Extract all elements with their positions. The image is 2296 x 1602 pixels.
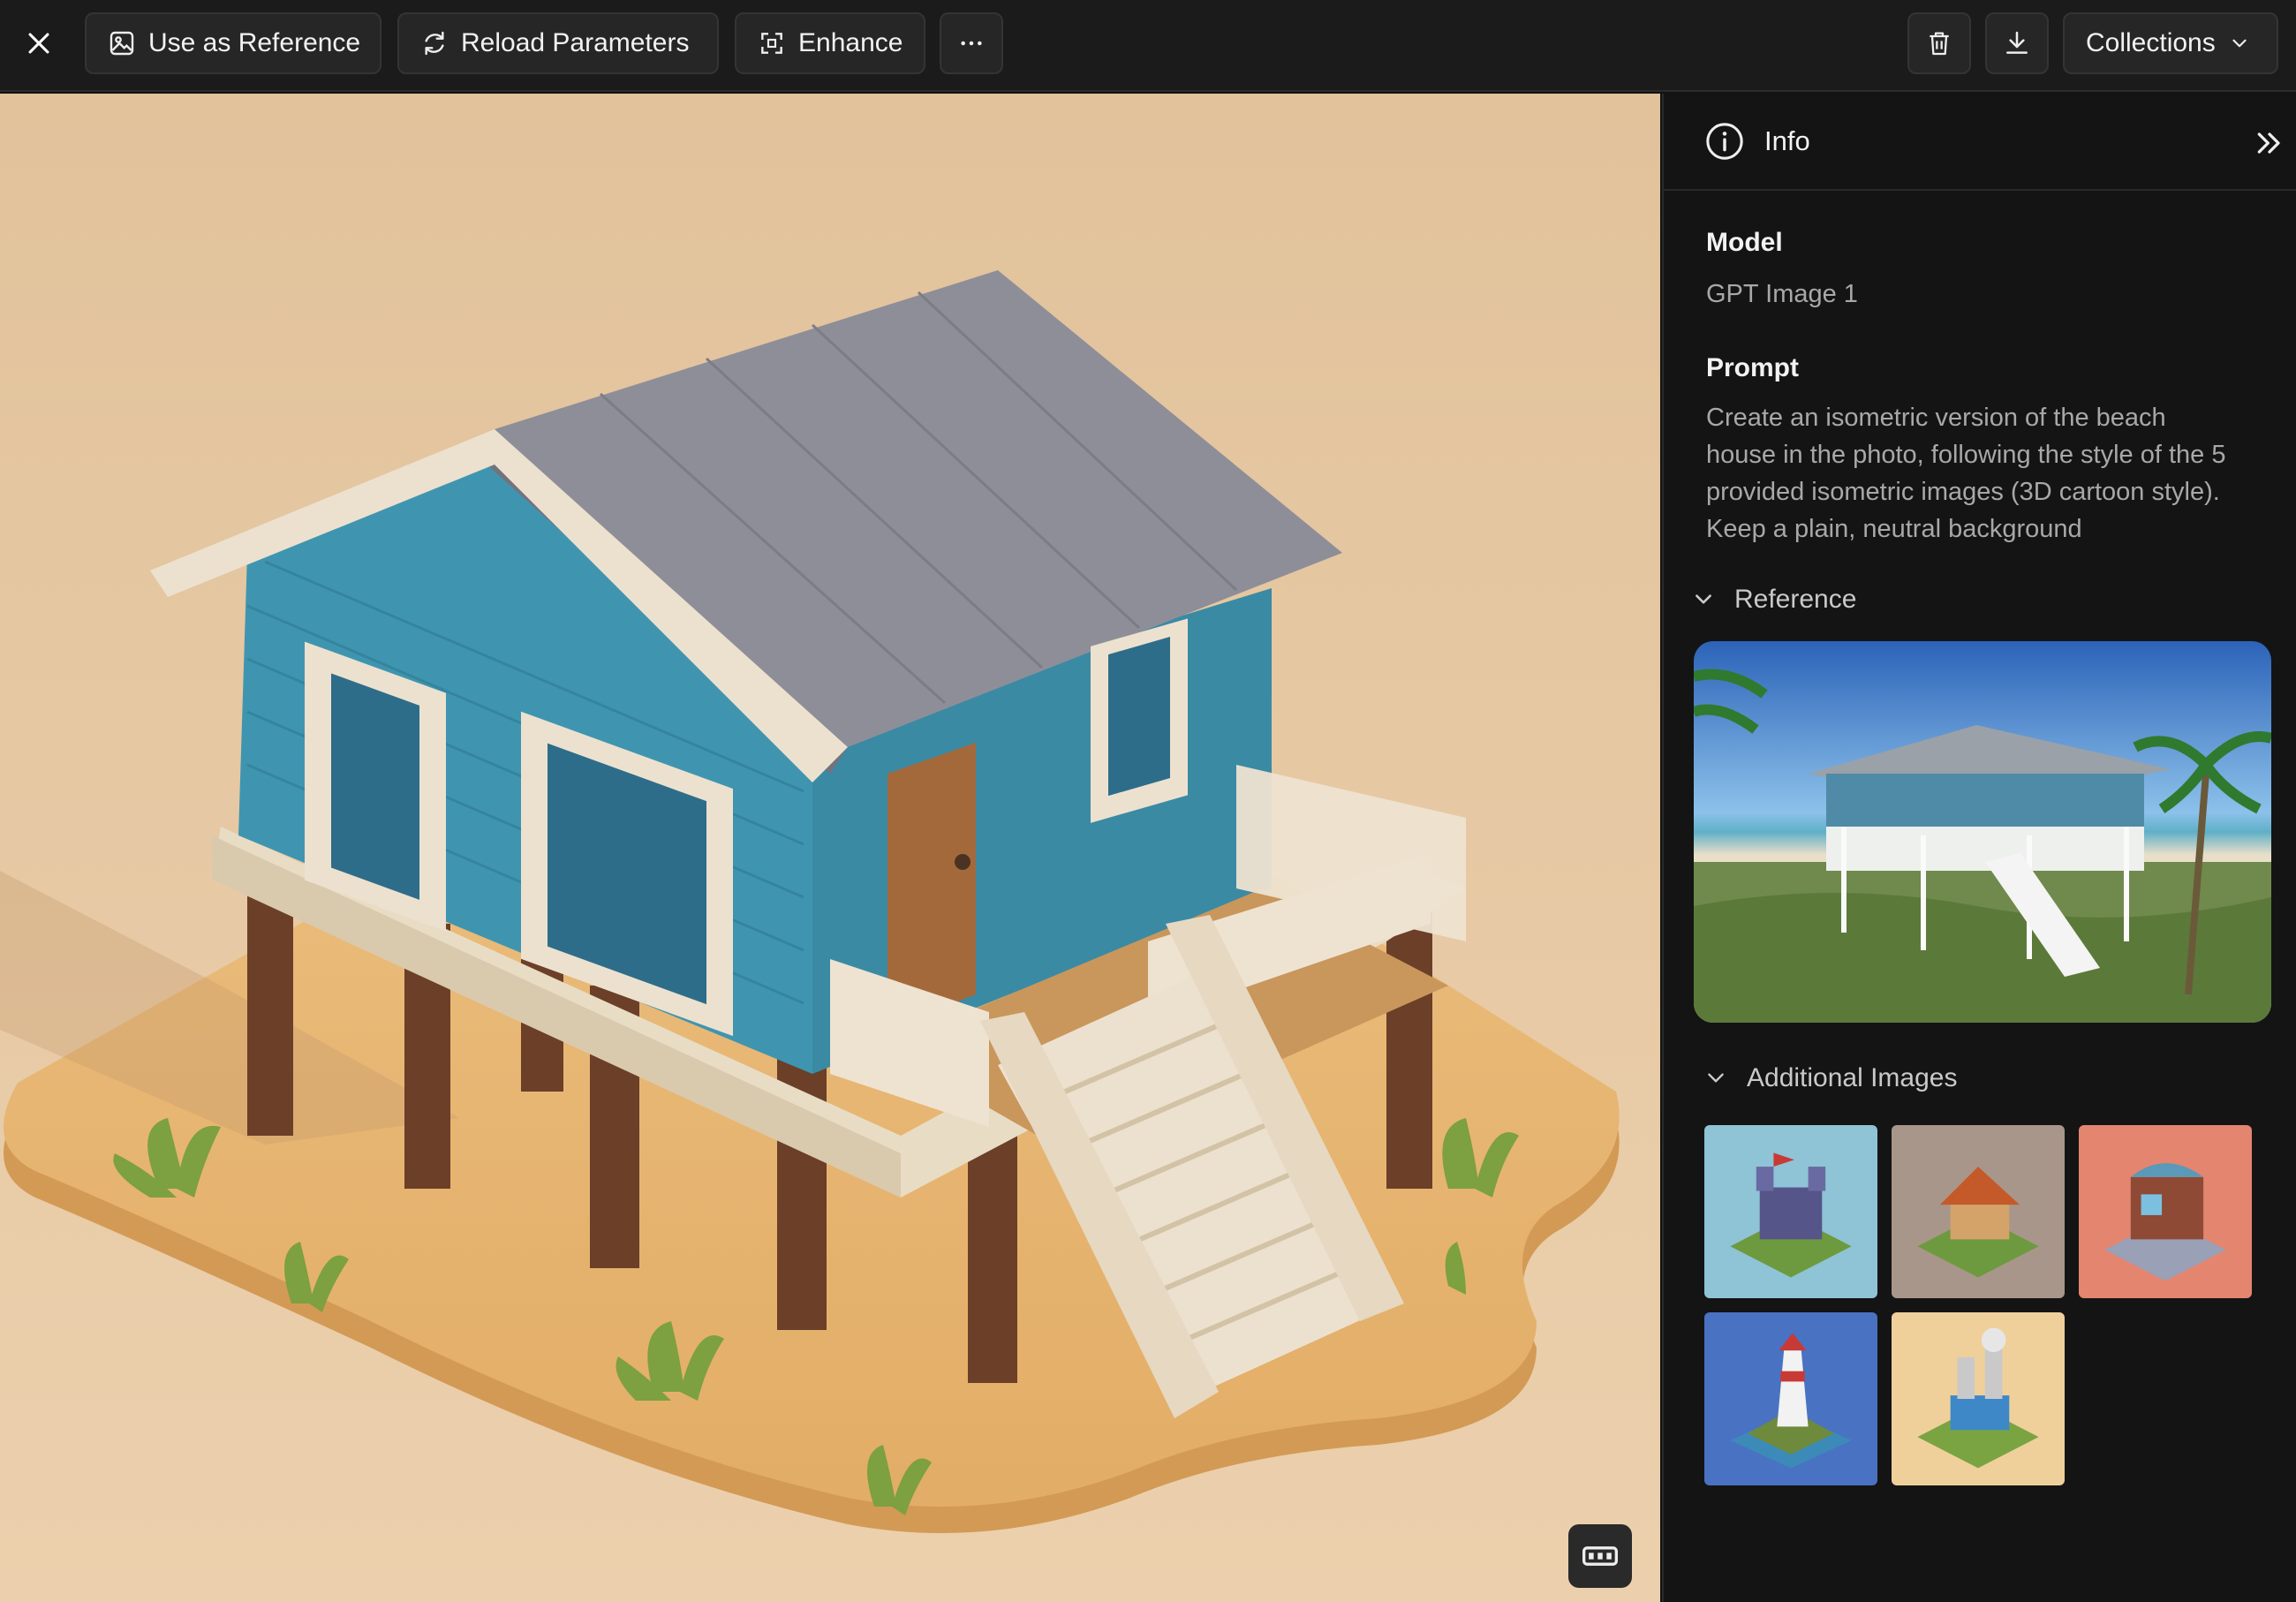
reference-label: Reference: [1734, 585, 1857, 614]
enhance-label: Enhance: [798, 28, 903, 57]
image-icon: [110, 31, 134, 56]
prompt-line: Keep a plain, neutral background: [1706, 515, 2082, 543]
info-panel-title: Info: [1764, 125, 1810, 156]
reference-photo: [1694, 641, 2271, 1023]
collections-label: Collections: [2086, 28, 2216, 57]
additional-image-thumbnail[interactable]: [1892, 1125, 2065, 1298]
collapse-panel-icon[interactable]: [2252, 125, 2287, 161]
prompt-line: house in the photo, following the style …: [1706, 441, 2226, 469]
prompt-line: provided isometric images (3D cartoon st…: [1706, 478, 2220, 506]
download-button[interactable]: [1985, 12, 2049, 74]
enhance-button[interactable]: Enhance: [735, 12, 925, 74]
more-options-button[interactable]: [940, 12, 1003, 74]
use-as-reference-button[interactable]: Use as Reference: [85, 12, 381, 74]
info-panel: Info Model GPT Image 1 Prompt Create an …: [1662, 94, 2296, 1602]
canvas-view-button[interactable]: [1568, 1524, 1632, 1588]
generated-image: [0, 94, 1660, 1602]
grid-view-icon: [1582, 1546, 1618, 1566]
factory-thumbnail: [1892, 1312, 2065, 1485]
additional-image-thumbnail[interactable]: [1704, 1312, 1877, 1485]
prompt-text: Create an isometric version of the beach…: [1706, 399, 2280, 548]
cottage-thumbnail: [1892, 1125, 2065, 1298]
collections-dropdown[interactable]: Collections: [2063, 12, 2278, 74]
additional-image-thumbnail[interactable]: [2079, 1125, 2252, 1298]
use-as-reference-label: Use as Reference: [148, 28, 361, 57]
chevron-down-icon: [1708, 1073, 1724, 1083]
model-value: GPT Image 1: [1706, 280, 1858, 308]
reference-section-toggle[interactable]: Reference: [1692, 585, 1856, 615]
close-button[interactable]: [18, 19, 60, 67]
top-toolbar: Use as Reference Reload Parameters Enhan…: [0, 0, 2296, 92]
close-icon: [28, 33, 49, 54]
delete-button[interactable]: [1907, 12, 1971, 74]
info-panel-header: Info: [1664, 94, 2296, 191]
reference-image[interactable]: [1694, 641, 2271, 1023]
castle-thumbnail: [1704, 1125, 1877, 1298]
prompt-label: Prompt: [1706, 353, 1799, 382]
info-icon: [1706, 123, 1743, 160]
image-canvas: [0, 94, 1660, 1602]
additional-image-thumbnail[interactable]: [1892, 1312, 2065, 1485]
additional-images-label: Additional Images: [1747, 1063, 1958, 1092]
reload-parameters-button[interactable]: Reload Parameters: [397, 12, 719, 74]
additional-images-toggle[interactable]: Additional Images: [1704, 1063, 1957, 1093]
prompt-line: Create an isometric version of the beach: [1706, 404, 2166, 432]
chevron-down-icon: [2232, 39, 2247, 48]
reload-parameters-label: Reload Parameters: [461, 28, 690, 57]
more-icon: [961, 41, 982, 46]
model-label: Model: [1706, 228, 1783, 257]
chevron-down-icon: [1696, 594, 1711, 604]
refresh-icon: [425, 31, 444, 56]
additional-image-thumbnail[interactable]: [1704, 1125, 1877, 1298]
shop-thumbnail: [2079, 1125, 2252, 1298]
download-icon: [2006, 31, 2028, 54]
trash-icon: [1930, 32, 1949, 56]
lighthouse-thumbnail: [1704, 1312, 1877, 1485]
enhance-icon: [761, 33, 782, 54]
